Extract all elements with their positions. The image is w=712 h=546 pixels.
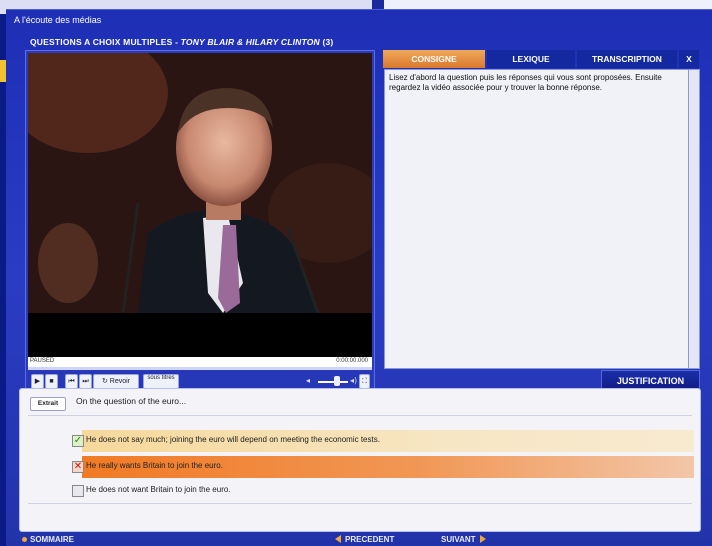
video-frame-image[interactable] [28,53,372,313]
activity-topic: TONY BLAIR & HILARY CLINTON [180,37,320,47]
question-area: Extrait On the question of the euro... ✓… [19,388,701,532]
tab-lexique[interactable]: LEXIQUE [487,50,575,68]
subtitles-label: sous titres [147,375,175,381]
answer-label: He does not say much; joining the euro w… [86,435,380,444]
playback-time: 0:00:00.000 [336,358,368,364]
check-icon[interactable]: ✓ [72,435,84,447]
volume-knob[interactable] [334,376,340,386]
sommaire-label: SOMMAIRE [30,535,74,544]
answer-label: He does not want Britain to join the eur… [86,485,231,494]
stop-button[interactable]: ■ [45,374,58,389]
footer-nav: SOMMAIRE PRECEDENT SUIVANT [0,535,712,545]
question-text: On the question of the euro... [76,396,187,406]
suivant-link[interactable]: SUIVANT [441,535,486,544]
replay-button[interactable]: ↻ Revoir [93,374,139,389]
video-letterbox [28,313,372,357]
video-progress-track[interactable] [28,367,372,370]
instructions-text: Lisez d'abord la question puis les répon… [389,73,662,92]
sommaire-link[interactable]: SOMMAIRE [22,535,74,544]
replay-label: Revoir [109,378,131,385]
instructions-scrollbar[interactable] [688,69,700,369]
precedent-label: PRECEDENT [345,535,395,544]
video-player: PAUSED 0:00:00.000 ▶ ■ ⏮ ⏭ ↻ Revoir sous… [25,50,375,394]
extrait-button[interactable]: Extrait [30,397,66,411]
question-divider [28,415,692,416]
subtitles-button[interactable]: sous titres [143,374,179,389]
precedent-link[interactable]: PRECEDENT [335,535,394,544]
playback-status: PAUSED [30,358,55,364]
activity-number: (3) [322,37,334,47]
play-button[interactable]: ▶ [31,374,44,389]
volume-slider[interactable] [318,381,348,383]
video-status-bar: PAUSED 0:00:00.000 [28,357,372,367]
app-title: A l'écoute des médias [14,15,102,25]
close-tab-button[interactable]: X [679,50,699,68]
suivant-label: SUIVANT [441,535,476,544]
activity-title: QUESTIONS A CHOIX MULTIPLES - TONY BLAIR… [30,37,333,47]
tab-transcription[interactable]: TRANSCRIPTION [577,50,677,68]
background-panel-right [384,0,712,9]
tab-consigne[interactable]: CONSIGNE [383,50,485,68]
volume-high-icon: ◂) [350,376,358,385]
instructions-panel: Lisez d'abord la question puis les répon… [384,69,689,369]
answer-option-1[interactable]: ✓ He does not say much; joining the euro… [72,430,694,452]
answer-checkbox[interactable] [72,485,84,497]
previous-frame-button[interactable]: ⏮ [65,374,78,389]
question-bottom-divider [28,503,692,504]
info-tabs: CONSIGNE LEXIQUE TRANSCRIPTION X [383,50,699,68]
bullet-icon [22,537,27,542]
volume-low-icon: ◂ [306,376,311,385]
arrow-right-icon [479,535,486,543]
answer-label: He really wants Britain to join the euro… [86,461,223,470]
answer-option-3[interactable]: He does not want Britain to join the eur… [72,480,694,502]
activity-type: QUESTIONS A CHOIX MULTIPLES - [30,37,181,47]
arrow-left-icon [335,535,341,543]
answer-option-2[interactable]: ✕ He really wants Britain to join the eu… [72,456,694,478]
fullscreen-button[interactable]: ⛶ [359,374,370,389]
cross-icon[interactable]: ✕ [72,461,84,473]
next-frame-button[interactable]: ⏭ [79,374,92,389]
replay-icon: ↻ [101,378,108,385]
